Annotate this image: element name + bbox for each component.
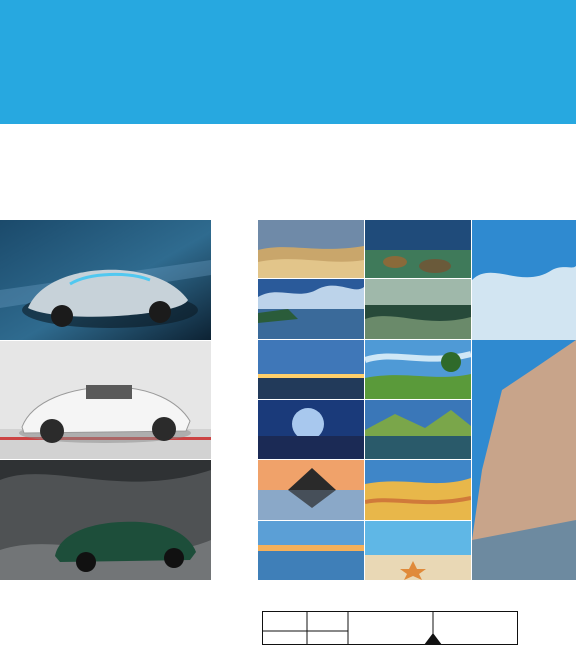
bottom-grid-widget [262,611,518,645]
cloudy-river-photo[interactable] [258,279,364,339]
coastline-rocks-photo[interactable] [365,279,471,339]
beach-starfish-photo[interactable] [365,521,471,580]
green-muscle-car-photo[interactable] [0,460,211,580]
cliff-sky-tall-photo[interactable] [472,220,576,580]
green-field-tree-photo[interactable] [365,340,471,399]
arrow-up-icon [424,633,442,645]
mountain-reflection-photo[interactable] [258,460,364,520]
rocky-lake-photo[interactable] [365,220,471,278]
calm-horizon-photo[interactable] [258,521,364,580]
moon-over-water-photo[interactable] [258,400,364,459]
golden-dunes-photo[interactable] [365,460,471,520]
header-banner [0,0,576,124]
concept-car-photo[interactable] [0,220,211,340]
mountain-lake-photo[interactable] [365,400,471,459]
desert-dunes-photo[interactable] [258,220,364,278]
white-sports-car-photo[interactable] [0,341,211,459]
sunset-sea-photo[interactable] [258,340,364,399]
